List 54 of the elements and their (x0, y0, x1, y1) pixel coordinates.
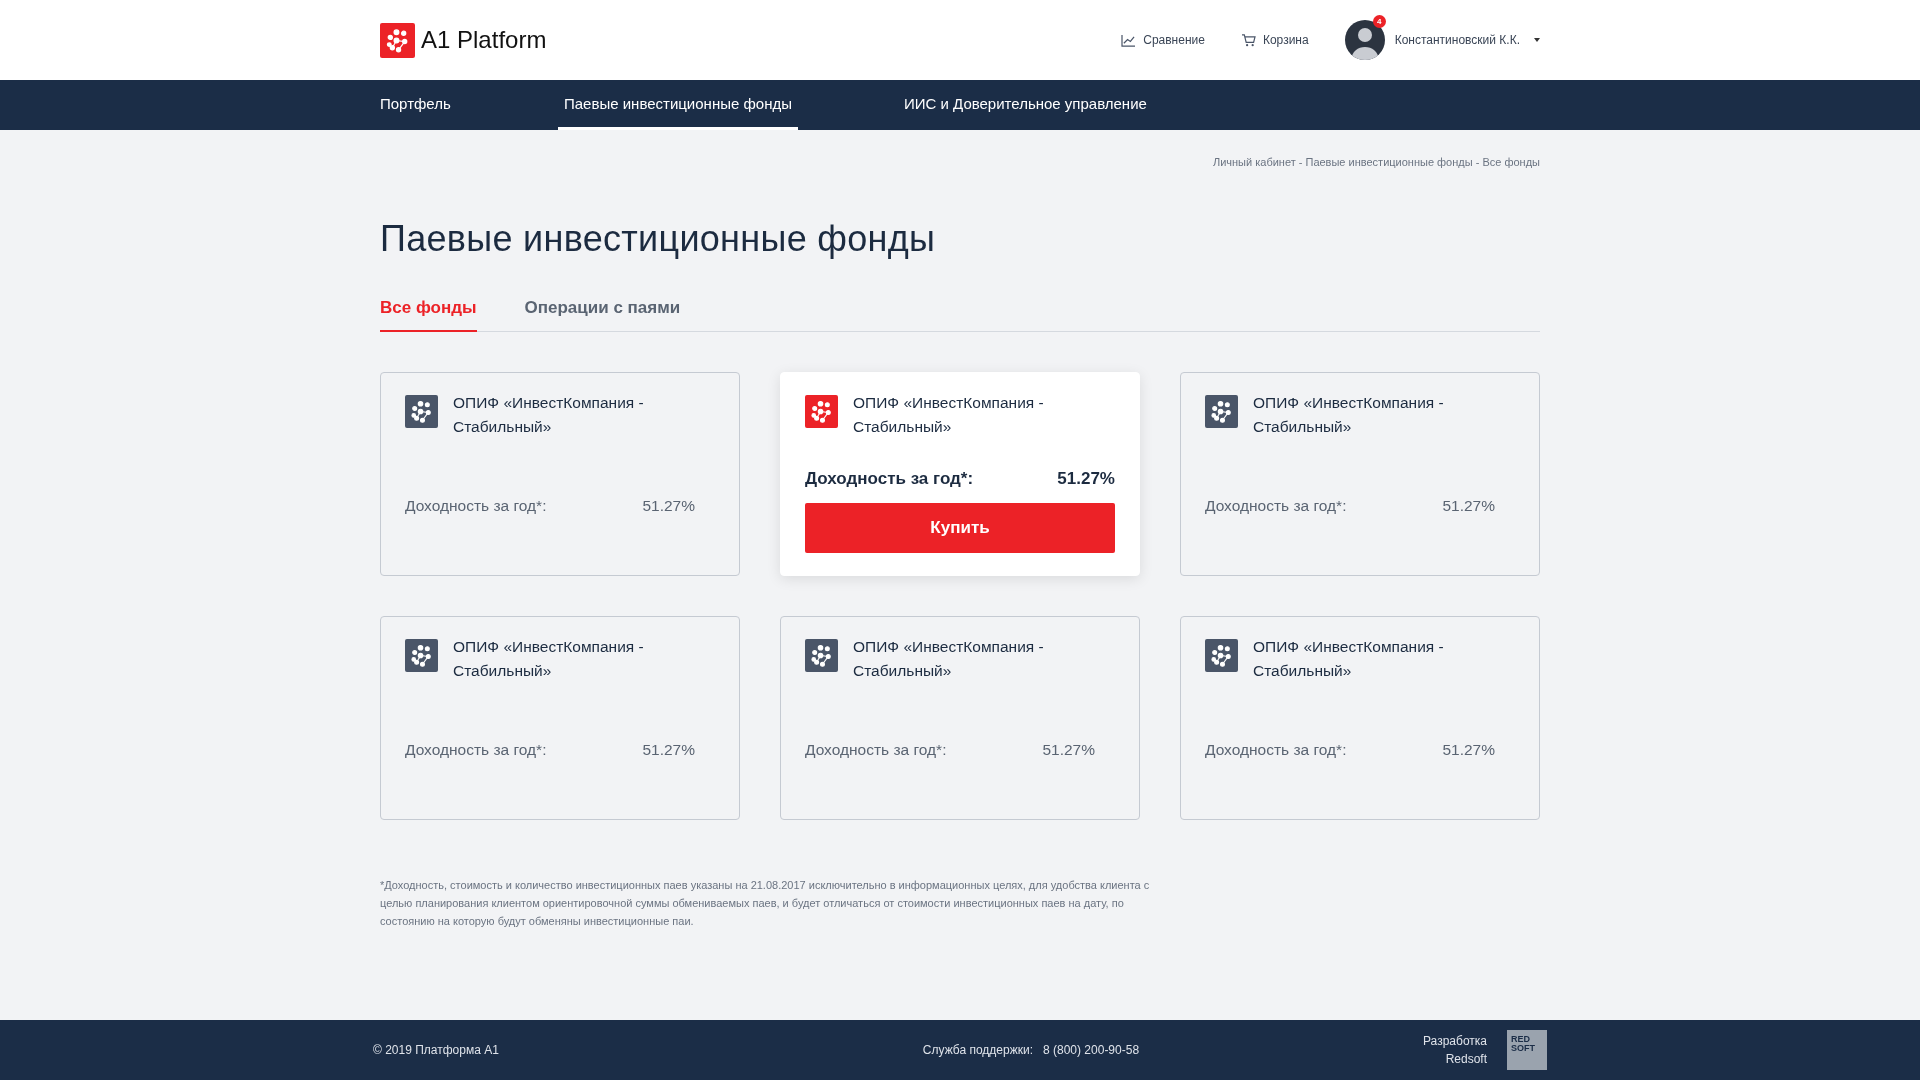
support-label: Служба поддержки: (922, 1043, 1033, 1057)
fund-name: ОПИФ «ИнвестКомпания - Стабильный» (853, 393, 1045, 437)
nav-tab[interactable]: Паевые инвестиционные фонды (558, 80, 798, 130)
notification-badge: 4 (1372, 15, 1386, 28)
chart-icon (1121, 33, 1137, 47)
fund-logo-icon (805, 395, 838, 428)
fund-logo-icon (1205, 395, 1238, 428)
buy-button[interactable]: Купить (805, 503, 1115, 553)
yield-label: Доходность за год*: (405, 497, 547, 515)
yield-label: Доходность за год*: (405, 741, 547, 759)
fund-logo-icon (1205, 639, 1238, 672)
fund-name: ОПИФ «ИнвестКомпания - Стабильный» (453, 393, 645, 437)
yield-label: Доходность за год*: (805, 741, 947, 759)
fund-logo-icon (380, 22, 415, 58)
fund-card[interactable]: ОПИФ «ИнвестКомпания - Стабильный» Доходность за год*: 51.27% (380, 372, 740, 576)
user-menu[interactable]: Константиновский К.К. (1394, 33, 1520, 47)
tab[interactable]: Все фонды (380, 290, 477, 332)
developer-credit: Разработка Redsoft (1423, 1033, 1487, 1068)
fund-card[interactable]: ОПИФ «ИнвестКомпания - Стабильный» Доходность за год*: 51.27% Купить (780, 372, 1140, 576)
logo-text: A1 Platform (421, 26, 547, 54)
copyright: © 2019 Платформа А1 (373, 1043, 499, 1057)
footnote: *Доходность, стоимость и количество инвестиционных паев указаны на 21.08.2017 исключительно в информационных целях, для удобства клиента с целью планирования клиентом ориентировочной суммы обмениваемых паев, и будет отличаться от стоимости инвестиционных паев на дату, по состоянию на которую будут обменяны инвестиционные паи. (380, 878, 1151, 929)
page-title: Паевые инвестиционные фонды (380, 218, 937, 260)
yield-label: Доходность за год*: (1205, 741, 1347, 759)
support-phone[interactable]: 8 (800) 200-90-58 (1043, 1043, 1140, 1057)
fund-card[interactable]: ОПИФ «ИнвестКомпания - Стабильный» Доходность за год*: 51.27% (780, 616, 1140, 820)
yield-value: 51.27% (1442, 741, 1495, 759)
breadcrumb: Личный кабинет - Паевые инвестиционные фонды - Все фонды (1212, 156, 1540, 168)
fund-card[interactable]: ОПИФ «ИнвестКомпания - Стабильный» Доходность за год*: 51.27% (380, 616, 740, 820)
nav-tab[interactable]: ИИС и Доверительное управление (897, 80, 1153, 130)
fund-logo-icon (405, 639, 438, 672)
fund-name: ОПИФ «ИнвестКомпания - Стабильный» (1253, 637, 1445, 681)
fund-logo-icon (405, 395, 438, 428)
developer-logo[interactable]: RED SOFT (1507, 1030, 1547, 1070)
fund-logo-icon (805, 639, 838, 672)
avatar[interactable] (1344, 20, 1385, 60)
yield-value: 51.27% (642, 741, 695, 759)
caret-icon[interactable] (1534, 38, 1540, 42)
yield-label: Доходность за год*: (805, 469, 974, 489)
yield-value: 51.27% (1042, 741, 1095, 759)
header-link[interactable]: Корзина (1240, 33, 1309, 47)
tab[interactable]: Операции с паями (524, 290, 681, 332)
fund-name: ОПИФ «ИнвестКомпания - Стабильный» (453, 637, 645, 681)
yield-value: 51.27% (1057, 469, 1115, 489)
fund-name: ОПИФ «ИнвестКомпания - Стабильный» (853, 637, 1045, 681)
yield-value: 51.27% (642, 497, 695, 515)
fund-card[interactable]: ОПИФ «ИнвестКомпания - Стабильный» Доходность за год*: 51.27% (1180, 616, 1540, 820)
fund-card[interactable]: ОПИФ «ИнвестКомпания - Стабильный» Доходность за год*: 51.27% (1180, 372, 1540, 576)
yield-value: 51.27% (1442, 497, 1495, 515)
yield-label: Доходность за год*: (1205, 497, 1347, 515)
header-link[interactable]: Сравнение (1121, 33, 1205, 47)
fund-name: ОПИФ «ИнвестКомпания - Стабильный» (1253, 393, 1445, 437)
nav-tab[interactable]: Портфель (374, 80, 558, 130)
cart-icon (1240, 33, 1256, 47)
